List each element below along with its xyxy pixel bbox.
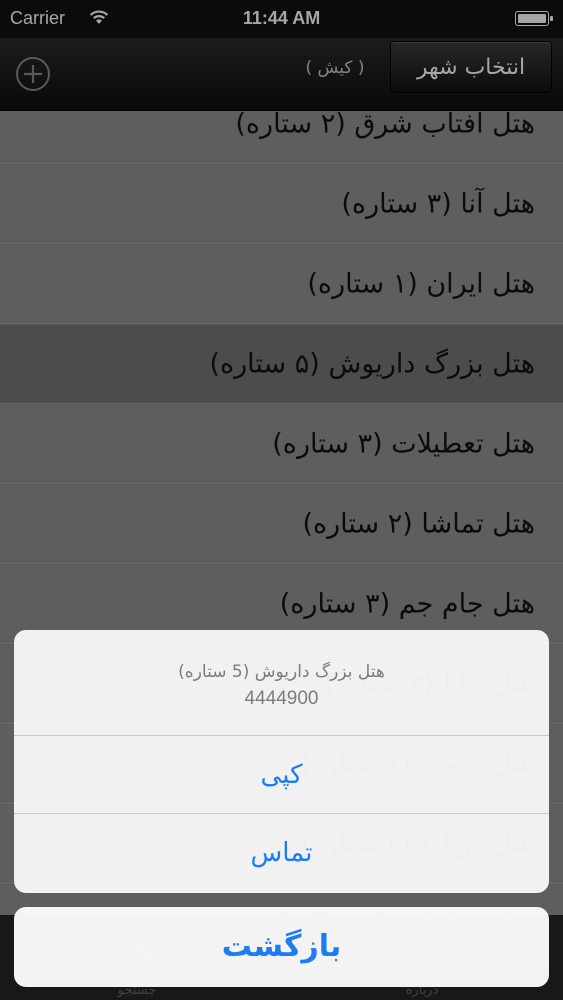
action-sheet: هتل بزرگ داریوش (5 ستاره) 4444900 کپی تم… (14, 630, 549, 893)
copy-button[interactable]: کپی (14, 736, 549, 814)
action-sheet-title: هتل بزرگ داریوش (5 ستاره) (178, 662, 385, 682)
phone-number: 4444900 (244, 688, 319, 709)
action-sheet-header: هتل بزرگ داریوش (5 ستاره) 4444900 (14, 630, 549, 736)
call-button[interactable]: تماس (14, 814, 549, 892)
cancel-button[interactable]: بازگشت (14, 907, 549, 987)
